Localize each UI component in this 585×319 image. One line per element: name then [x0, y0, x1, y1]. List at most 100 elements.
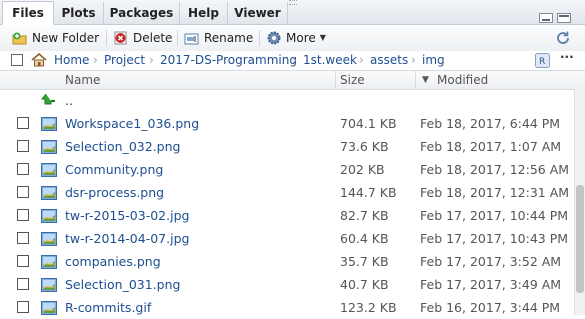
file-name-link[interactable]: tw-r-2015-03-02.jpg: [65, 208, 189, 223]
file-row[interactable]: tw-r-2014-04-07.jpg 60.4 KB Feb 17, 2017, …: [0, 227, 575, 250]
column-size[interactable]: Size: [340, 73, 365, 87]
home-icon[interactable]: [31, 52, 47, 71]
file-row[interactable]: Selection_032.png 73.6 KB Feb 18, 2017, 1:…: [0, 135, 575, 158]
new-folder-label: New Folder: [32, 31, 100, 45]
file-modified: Feb 18, 2017, 12:56 AM: [420, 162, 570, 177]
image-file-icon: [41, 300, 57, 316]
file-checkbox[interactable]: [17, 255, 29, 267]
file-checkbox[interactable]: [17, 117, 29, 129]
image-file-icon: [41, 185, 57, 201]
breadcrumb-1st-week[interactable]: 1st.week: [303, 53, 357, 67]
image-file-icon: [41, 277, 57, 293]
image-file-icon: [41, 139, 57, 155]
scrollbar-thumb[interactable]: [576, 185, 584, 293]
file-row[interactable]: tw-r-2015-03-02.jpg 82.7 KB Feb 17, 2017, …: [0, 204, 575, 227]
new-folder-button[interactable]: New Folder: [12, 29, 99, 47]
vertical-scrollbar[interactable]: [574, 89, 585, 315]
image-file-icon: [41, 231, 57, 247]
file-row[interactable]: dsr-process.png 144.7 KB Feb 18, 2017, 12:…: [0, 181, 575, 204]
up-arrow-icon: [40, 93, 57, 109]
file-size: 144.7 KB: [340, 185, 397, 200]
column-modified[interactable]: Modified: [437, 73, 488, 87]
file-name-link[interactable]: Workspace1_036.png: [65, 116, 199, 131]
refresh-button[interactable]: [555, 29, 571, 47]
file-modified: Feb 17, 2017, 3:49 AM: [420, 277, 562, 292]
file-list-header: Name Size ▼ Modified: [0, 71, 585, 90]
file-size: 40.7 KB: [340, 277, 389, 292]
breadcrumb-img[interactable]: img: [422, 53, 445, 67]
svg-text:R: R: [539, 57, 545, 67]
file-size: 202 KB: [340, 162, 385, 177]
delete-button[interactable]: Delete: [113, 29, 172, 47]
tab-packages[interactable]: Packages: [104, 2, 180, 24]
tab-plots[interactable]: Plots: [54, 2, 104, 24]
file-size: 123.2 KB: [340, 300, 397, 315]
file-checkbox[interactable]: [17, 163, 29, 175]
file-size: 704.1 KB: [340, 116, 397, 131]
file-checkbox[interactable]: [17, 278, 29, 290]
column-divider: [335, 71, 336, 89]
parent-directory-row[interactable]: ..: [0, 89, 575, 112]
image-file-icon: [41, 254, 57, 270]
breadcrumb-home[interactable]: Home: [54, 53, 89, 67]
rename-icon: [184, 30, 200, 46]
refresh-icon: [555, 30, 571, 46]
more-menu-button[interactable]: More ▼: [266, 29, 326, 47]
file-name-link[interactable]: dsr-process.png: [65, 185, 164, 200]
more-label: More: [286, 31, 316, 45]
image-file-icon: [41, 162, 57, 178]
maximize-pane-button[interactable]: [557, 13, 571, 23]
column-name[interactable]: Name: [65, 73, 100, 87]
breadcrumb-assets[interactable]: assets: [370, 53, 408, 67]
delete-icon: [113, 30, 129, 46]
more-options-icon[interactable]: ···: [560, 50, 574, 64]
file-name-link[interactable]: R-commits.gif: [65, 300, 151, 315]
file-modified: Feb 18, 2017, 12:31 AM: [420, 185, 570, 200]
file-modified: Feb 18, 2017, 6:44 PM: [420, 116, 561, 131]
file-name-link[interactable]: Selection_032.png: [65, 139, 180, 154]
breadcrumb-project[interactable]: Project: [104, 53, 145, 67]
file-row[interactable]: companies.png 35.7 KB Feb 17, 2017, 3:52 A…: [0, 250, 575, 273]
file-name-link[interactable]: Community.png: [65, 162, 163, 177]
file-checkbox[interactable]: [17, 232, 29, 244]
tab-viewer[interactable]: Viewer: [228, 2, 288, 24]
toolbar-separator: [106, 30, 107, 46]
file-row[interactable]: R-commits.gif 123.2 KB Feb 16, 2017, 3:44 …: [0, 296, 575, 319]
select-all-checkbox[interactable]: [11, 54, 23, 66]
file-name-link[interactable]: tw-r-2014-04-07.jpg: [65, 231, 189, 246]
pane-resize-grip[interactable]: [289, 0, 297, 5]
file-checkbox[interactable]: [17, 301, 29, 313]
file-name-link[interactable]: Selection_031.png: [65, 277, 180, 292]
image-file-icon: [41, 208, 57, 224]
file-row[interactable]: Selection_031.png 40.7 KB Feb 17, 2017, 3:…: [0, 273, 575, 296]
file-row[interactable]: Community.png 202 KB Feb 18, 2017, 12:56 A…: [0, 158, 575, 181]
parent-directory-link[interactable]: ..: [65, 93, 73, 108]
toolbar-separator: [177, 30, 178, 46]
gear-icon: [266, 30, 282, 46]
file-size: 60.4 KB: [340, 231, 389, 246]
file-modified: Feb 17, 2017, 10:43 PM: [420, 231, 569, 246]
pane-tabbar: Files Plots Packages Help Viewer: [0, 0, 585, 25]
file-checkbox[interactable]: [17, 209, 29, 221]
file-checkbox[interactable]: [17, 140, 29, 152]
chevron-down-icon: ▼: [319, 33, 326, 42]
tab-help[interactable]: Help: [180, 2, 228, 24]
new-folder-icon: [12, 30, 28, 46]
file-name-link[interactable]: companies.png: [65, 254, 161, 269]
rename-label: Rename: [204, 31, 254, 45]
breadcrumb-separator: ›: [292, 53, 297, 67]
breadcrumb-2017-ds-programming[interactable]: 2017-DS-Programming: [160, 53, 297, 67]
breadcrumb: Home › Project › 2017-DS-Programming › 1…: [0, 50, 585, 71]
file-row[interactable]: Workspace1_036.png 704.1 KB Feb 18, 2017, …: [0, 112, 575, 135]
file-checkbox[interactable]: [17, 186, 29, 198]
toolbar-separator: [259, 30, 260, 46]
file-size: 73.6 KB: [340, 139, 389, 154]
minimize-pane-button[interactable]: [539, 13, 553, 23]
breadcrumb-separator: ›: [411, 53, 416, 67]
column-divider: [415, 71, 416, 89]
r-project-icon[interactable]: R: [535, 53, 550, 71]
rename-button[interactable]: Rename: [184, 29, 253, 47]
tab-files[interactable]: Files: [2, 1, 54, 25]
file-modified: Feb 17, 2017, 10:44 PM: [420, 208, 569, 223]
file-modified: Feb 17, 2017, 3:52 AM: [420, 254, 562, 269]
